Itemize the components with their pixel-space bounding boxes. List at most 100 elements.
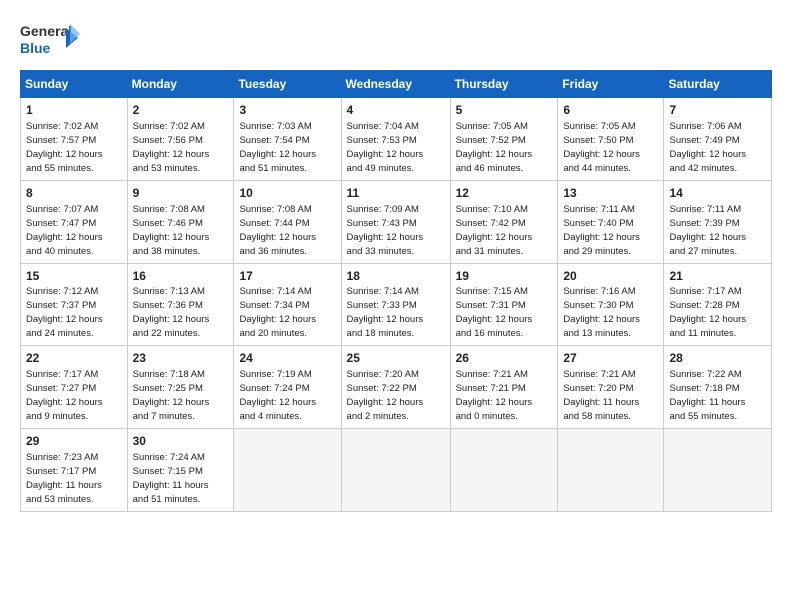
day-number: 22 (26, 350, 122, 367)
day-number: 8 (26, 185, 122, 202)
day-number: 27 (563, 350, 658, 367)
day-info: Sunrise: 7:19 AM Sunset: 7:24 PM Dayligh… (239, 369, 316, 422)
calendar-cell: 28Sunrise: 7:22 AM Sunset: 7:18 PM Dayli… (664, 346, 772, 429)
day-info: Sunrise: 7:02 AM Sunset: 7:56 PM Dayligh… (133, 121, 210, 174)
calendar-cell (450, 429, 558, 512)
calendar-cell: 18Sunrise: 7:14 AM Sunset: 7:33 PM Dayli… (341, 263, 450, 346)
calendar-cell (664, 429, 772, 512)
day-info: Sunrise: 7:23 AM Sunset: 7:17 PM Dayligh… (26, 452, 102, 505)
day-info: Sunrise: 7:05 AM Sunset: 7:52 PM Dayligh… (456, 121, 533, 174)
day-number: 17 (239, 268, 335, 285)
day-number: 9 (133, 185, 229, 202)
day-info: Sunrise: 7:04 AM Sunset: 7:53 PM Dayligh… (347, 121, 424, 174)
calendar-week-row: 15Sunrise: 7:12 AM Sunset: 7:37 PM Dayli… (21, 263, 772, 346)
day-number: 18 (347, 268, 445, 285)
calendar-cell: 5 Sunrise: 7:05 AM Sunset: 7:52 PM Daylig… (450, 98, 558, 181)
svg-text:Blue: Blue (20, 40, 51, 56)
calendar-cell: 2Sunrise: 7:02 AM Sunset: 7:56 PM Daylig… (127, 98, 234, 181)
calendar-cell: 19Sunrise: 7:15 AM Sunset: 7:31 PM Dayli… (450, 263, 558, 346)
day-number: 1 (26, 102, 122, 119)
calendar-cell: 11 Sunrise: 7:09 AM Sunset: 7:43 PM Dayli… (341, 180, 450, 263)
calendar-cell: 26 Sunrise: 7:21 AM Sunset: 7:21 PM Dayli… (450, 346, 558, 429)
calendar-header-row: SundayMondayTuesdayWednesdayThursdayFrid… (21, 71, 772, 98)
calendar-cell: 7Sunrise: 7:06 AM Sunset: 7:49 PM Daylig… (664, 98, 772, 181)
day-info: Sunrise: 7:17 AM Sunset: 7:27 PM Dayligh… (26, 369, 103, 422)
day-info: Sunrise: 7:05 AM Sunset: 7:50 PM Dayligh… (563, 121, 640, 174)
day-number: 12 (456, 185, 553, 202)
calendar-cell: 24 Sunrise: 7:19 AM Sunset: 7:24 PM Dayli… (234, 346, 341, 429)
calendar-cell: 3 Sunrise: 7:03 AM Sunset: 7:54 PM Daylig… (234, 98, 341, 181)
calendar-header-friday: Friday (558, 71, 664, 98)
day-info: Sunrise: 7:21 AM Sunset: 7:20 PM Dayligh… (563, 369, 639, 422)
day-info: Sunrise: 7:07 AM Sunset: 7:47 PM Dayligh… (26, 204, 103, 257)
day-info: Sunrise: 7:17 AM Sunset: 7:28 PM Dayligh… (669, 286, 746, 339)
logo-svg: GeneralBlue (20, 18, 80, 60)
logo: GeneralBlue (20, 18, 80, 60)
calendar-week-row: 22 Sunrise: 7:17 AM Sunset: 7:27 PM Dayli… (21, 346, 772, 429)
day-info: Sunrise: 7:13 AM Sunset: 7:36 PM Dayligh… (133, 286, 210, 339)
day-info: Sunrise: 7:03 AM Sunset: 7:54 PM Dayligh… (239, 121, 316, 174)
day-info: Sunrise: 7:16 AM Sunset: 7:30 PM Dayligh… (563, 286, 640, 339)
calendar-header-wednesday: Wednesday (341, 71, 450, 98)
day-info: Sunrise: 7:24 AM Sunset: 7:15 PM Dayligh… (133, 452, 209, 505)
day-number: 30 (133, 433, 229, 450)
day-number: 26 (456, 350, 553, 367)
day-number: 25 (347, 350, 445, 367)
calendar-cell: 13Sunrise: 7:11 AM Sunset: 7:40 PM Dayli… (558, 180, 664, 263)
day-info: Sunrise: 7:08 AM Sunset: 7:44 PM Dayligh… (239, 204, 316, 257)
day-number: 11 (347, 185, 445, 202)
calendar-cell (234, 429, 341, 512)
page: GeneralBlue SundayMondayTuesdayWednesday… (0, 0, 792, 522)
calendar-cell: 14 Sunrise: 7:11 AM Sunset: 7:39 PM Dayli… (664, 180, 772, 263)
calendar-cell: 27 Sunrise: 7:21 AM Sunset: 7:20 PM Dayli… (558, 346, 664, 429)
day-number: 3 (239, 102, 335, 119)
day-info: Sunrise: 7:09 AM Sunset: 7:43 PM Dayligh… (347, 204, 424, 257)
calendar-week-row: 1 Sunrise: 7:02 AM Sunset: 7:57 PM Daylig… (21, 98, 772, 181)
day-number: 16 (133, 268, 229, 285)
calendar-cell: 12 Sunrise: 7:10 AM Sunset: 7:42 PM Dayli… (450, 180, 558, 263)
calendar-header-monday: Monday (127, 71, 234, 98)
day-number: 23 (133, 350, 229, 367)
day-info: Sunrise: 7:20 AM Sunset: 7:22 PM Dayligh… (347, 369, 424, 422)
calendar-cell: 16Sunrise: 7:13 AM Sunset: 7:36 PM Dayli… (127, 263, 234, 346)
calendar-cell: 1 Sunrise: 7:02 AM Sunset: 7:57 PM Daylig… (21, 98, 128, 181)
day-info: Sunrise: 7:10 AM Sunset: 7:42 PM Dayligh… (456, 204, 533, 257)
calendar-week-row: 8 Sunrise: 7:07 AM Sunset: 7:47 PM Daylig… (21, 180, 772, 263)
day-info: Sunrise: 7:15 AM Sunset: 7:31 PM Dayligh… (456, 286, 533, 339)
calendar-header-thursday: Thursday (450, 71, 558, 98)
day-info: Sunrise: 7:11 AM Sunset: 7:39 PM Dayligh… (669, 204, 746, 257)
calendar-cell: 23Sunrise: 7:18 AM Sunset: 7:25 PM Dayli… (127, 346, 234, 429)
day-info: Sunrise: 7:02 AM Sunset: 7:57 PM Dayligh… (26, 121, 103, 174)
day-info: Sunrise: 7:06 AM Sunset: 7:49 PM Dayligh… (669, 121, 746, 174)
calendar-cell: 20Sunrise: 7:16 AM Sunset: 7:30 PM Dayli… (558, 263, 664, 346)
calendar-cell: 29 Sunrise: 7:23 AM Sunset: 7:17 PM Dayli… (21, 429, 128, 512)
day-info: Sunrise: 7:08 AM Sunset: 7:46 PM Dayligh… (133, 204, 210, 257)
calendar-cell: 17Sunrise: 7:14 AM Sunset: 7:34 PM Dayli… (234, 263, 341, 346)
calendar-cell: 25 Sunrise: 7:20 AM Sunset: 7:22 PM Dayli… (341, 346, 450, 429)
calendar-cell: 22 Sunrise: 7:17 AM Sunset: 7:27 PM Dayli… (21, 346, 128, 429)
day-number: 13 (563, 185, 658, 202)
day-info: Sunrise: 7:14 AM Sunset: 7:33 PM Dayligh… (347, 286, 424, 339)
day-number: 29 (26, 433, 122, 450)
calendar-week-row: 29 Sunrise: 7:23 AM Sunset: 7:17 PM Dayli… (21, 429, 772, 512)
day-number: 6 (563, 102, 658, 119)
day-number: 5 (456, 102, 553, 119)
calendar-table: SundayMondayTuesdayWednesdayThursdayFrid… (20, 70, 772, 512)
calendar-header-saturday: Saturday (664, 71, 772, 98)
day-number: 20 (563, 268, 658, 285)
day-number: 14 (669, 185, 766, 202)
calendar-cell: 9 Sunrise: 7:08 AM Sunset: 7:46 PM Daylig… (127, 180, 234, 263)
day-info: Sunrise: 7:14 AM Sunset: 7:34 PM Dayligh… (239, 286, 316, 339)
calendar-header-sunday: Sunday (21, 71, 128, 98)
day-info: Sunrise: 7:21 AM Sunset: 7:21 PM Dayligh… (456, 369, 533, 422)
header: GeneralBlue (20, 18, 772, 60)
day-number: 24 (239, 350, 335, 367)
calendar-cell: 4Sunrise: 7:04 AM Sunset: 7:53 PM Daylig… (341, 98, 450, 181)
day-number: 10 (239, 185, 335, 202)
calendar-cell: 21Sunrise: 7:17 AM Sunset: 7:28 PM Dayli… (664, 263, 772, 346)
day-number: 15 (26, 268, 122, 285)
calendar-cell: 30 Sunrise: 7:24 AM Sunset: 7:15 PM Dayli… (127, 429, 234, 512)
day-info: Sunrise: 7:22 AM Sunset: 7:18 PM Dayligh… (669, 369, 745, 422)
day-number: 21 (669, 268, 766, 285)
calendar-header-tuesday: Tuesday (234, 71, 341, 98)
